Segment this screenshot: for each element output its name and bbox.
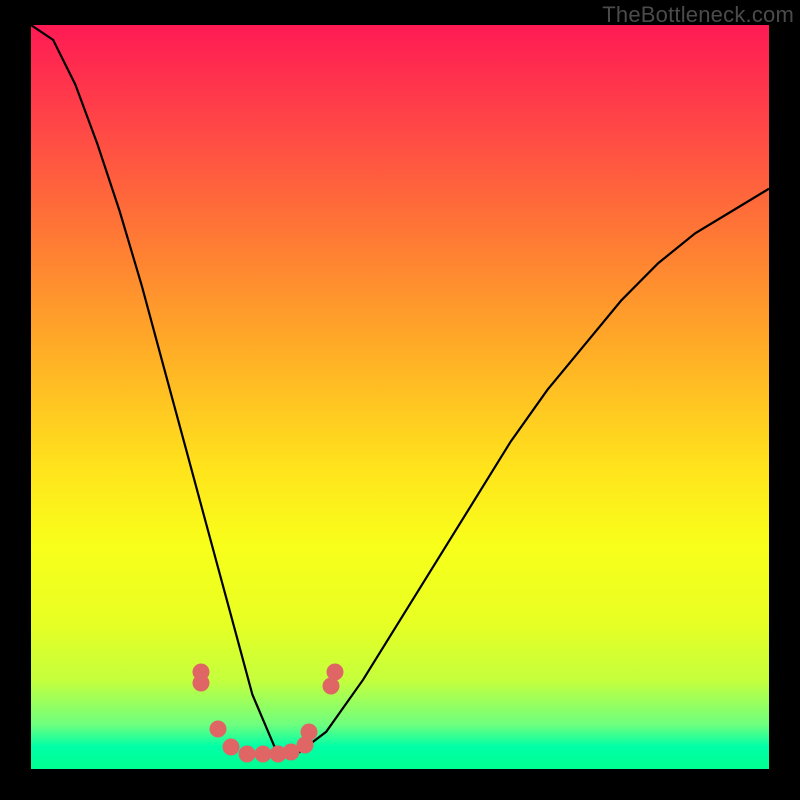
chart-frame: TheBottleneck.com — [0, 0, 800, 800]
data-point — [327, 664, 344, 681]
data-point — [192, 675, 209, 692]
data-point — [254, 746, 271, 763]
data-point — [222, 738, 239, 755]
watermark-text: TheBottleneck.com — [602, 2, 794, 28]
data-point — [301, 723, 318, 740]
data-point — [239, 746, 256, 763]
bottleneck-curve — [31, 25, 769, 769]
plot-area — [31, 25, 769, 769]
data-point — [209, 720, 226, 737]
